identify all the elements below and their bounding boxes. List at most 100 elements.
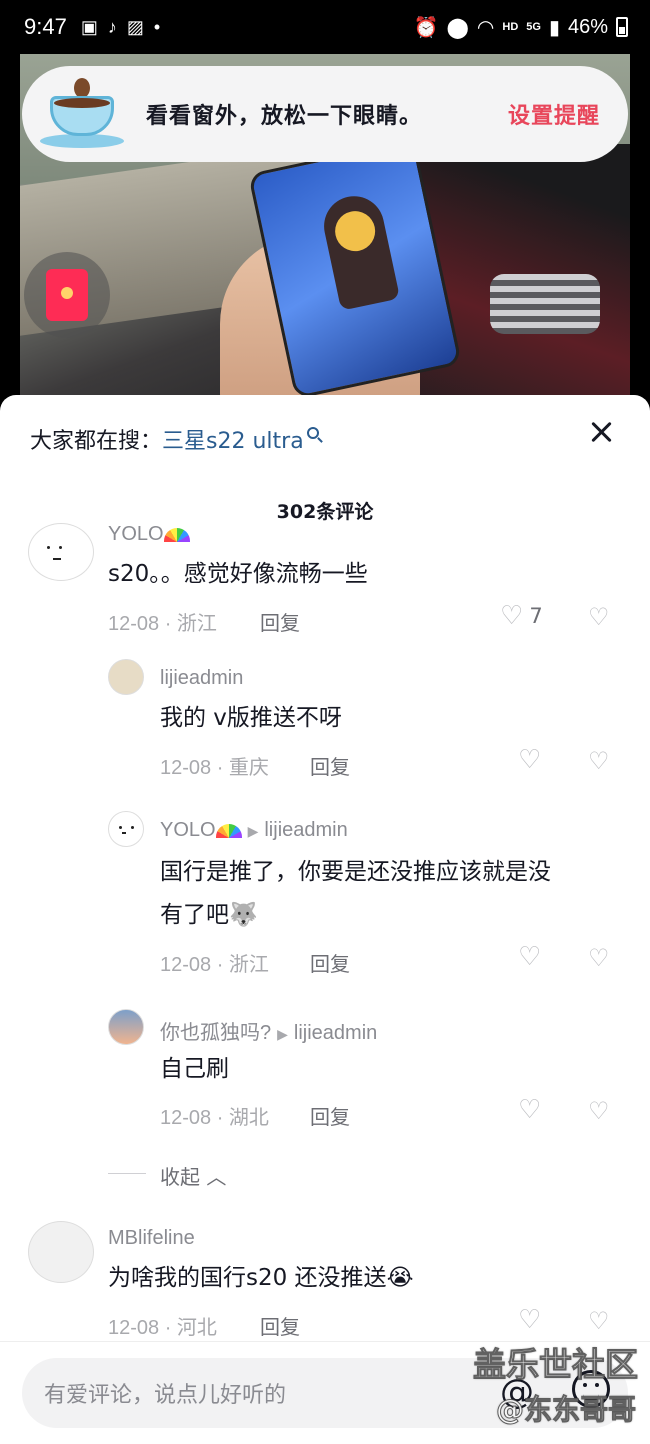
reply-arrow-icon: ▶: [277, 1026, 288, 1042]
avatar[interactable]: [108, 811, 144, 847]
collapse-label: 收起: [160, 1165, 200, 1189]
broken-heart-icon: ♡: [588, 747, 610, 775]
comment-text: 自己刷: [160, 1056, 229, 1082]
set-reminder-button[interactable]: 设置提醒: [508, 98, 600, 130]
battery-icon: [616, 17, 628, 37]
comment-username[interactable]: MBlifeline: [108, 1227, 195, 1250]
reminder-message: 看看窗外，放松一下眼睛。: [146, 104, 423, 129]
heart-icon: ♡: [518, 942, 542, 972]
trending-search[interactable]: 大家都在搜： 三星s22 ultra: [30, 423, 319, 455]
comment-text: 为啥我的国行s20 还没推送😭: [108, 1257, 413, 1300]
like-button[interactable]: ♡: [518, 1097, 541, 1123]
comment-meta: 12-08 · 浙江: [160, 954, 269, 976]
reply-to-user[interactable]: lijieadmin: [264, 819, 347, 841]
signal-icon: ▮: [548, 16, 560, 39]
reply-to-user[interactable]: lijieadmin: [294, 1022, 377, 1044]
notification-icon: ▣: [80, 16, 98, 37]
watermark-community: 盖乐世社区: [473, 1345, 639, 1385]
collapse-replies-button[interactable]: 收起 ︿: [160, 1161, 226, 1190]
broken-heart-icon: ♡: [588, 944, 610, 972]
reply-button[interactable]: 回复: [260, 607, 300, 636]
heart-icon: ♡: [500, 601, 524, 631]
search-icon: [306, 427, 319, 439]
reply-button[interactable]: 回复: [310, 948, 350, 977]
like-count: 7: [529, 604, 543, 628]
dot-icon: •: [153, 16, 161, 37]
avatar[interactable]: [28, 523, 94, 581]
battery-percent: 46%: [567, 15, 608, 38]
husky-emoji-icon: 🐺: [229, 902, 258, 928]
like-button[interactable]: ♡ 7: [500, 603, 543, 629]
reply-button[interactable]: 回复: [260, 1311, 300, 1340]
like-button[interactable]: ♡: [518, 944, 541, 970]
network-label: 5G: [526, 21, 541, 33]
avatar[interactable]: [108, 659, 144, 695]
trending-search-query[interactable]: 三星s22 ultra: [162, 423, 304, 455]
comment-username[interactable]: YOLO ▶ lijieadmin: [160, 819, 348, 842]
rainbow-emoji: [163, 527, 190, 542]
hd-label: HD: [502, 21, 519, 33]
reply-button[interactable]: 回复: [310, 1101, 350, 1130]
comment-text-line2: 有了吧🐺: [160, 894, 258, 937]
red-envelope-icon: [46, 269, 88, 321]
comment-text: 国行是推了，你要是还没推应该就是没: [160, 859, 551, 885]
broken-heart-icon: ♡: [588, 1307, 610, 1335]
doodle-face-icon: [29, 524, 93, 580]
video-vent: [490, 274, 600, 334]
wifi-icon: ◠: [476, 16, 495, 39]
comment-text: s20。。感觉好像流畅一些: [108, 561, 368, 587]
rest-reminder-banner: 看看窗外，放松一下眼睛。 设置提醒: [22, 66, 628, 162]
gallery-icon: ▨: [126, 16, 144, 37]
username-text: YOLO: [160, 819, 216, 841]
doodle-face-icon: [109, 812, 143, 846]
trending-search-prefix: 大家都在搜：: [30, 429, 163, 454]
broken-heart-icon: ♡: [588, 1097, 610, 1125]
red-packet-button[interactable]: [24, 252, 110, 338]
dislike-button[interactable]: ♡: [588, 1099, 610, 1123]
location-icon: ⬤: [446, 16, 469, 39]
close-button[interactable]: [586, 417, 616, 447]
avatar[interactable]: [108, 1009, 144, 1045]
heart-icon: ♡: [518, 1305, 542, 1335]
comment-text-part: 有了吧: [160, 902, 229, 928]
comment-sheet: 大家都在搜： 三星s22 ultra 302条评论 YOLO s20。。感觉好像…: [0, 395, 650, 1444]
comment-meta: 12-08 · 重庆: [160, 757, 269, 779]
comment-username[interactable]: YOLO: [108, 523, 190, 546]
chevron-up-icon: ︿: [206, 1165, 227, 1189]
heart-icon: ♡: [518, 1095, 542, 1125]
comment-text: 我的 v版推送不呀: [160, 705, 342, 731]
collapse-divider: [108, 1173, 146, 1174]
status-right-icons: ⏰ ⬤ ◠ HD 5G ▮ 46%: [414, 15, 628, 40]
comment-input-placeholder: 有爱评论，说点儿好听的: [44, 1383, 287, 1408]
username-text: 你也孤独吗?: [160, 1022, 272, 1044]
watermark-author: @东东哥哥: [495, 1393, 636, 1427]
avatar[interactable]: [28, 1221, 94, 1283]
dislike-button[interactable]: ♡: [588, 749, 610, 773]
like-button[interactable]: ♡: [518, 747, 541, 773]
rainbow-emoji: [215, 823, 242, 838]
comment-text-part: 为啥我的国行s20 还没推送: [108, 1265, 387, 1291]
reply-arrow-icon: ▶: [247, 823, 259, 839]
status-left-icons: ▣ ♪ ▨ •: [81, 17, 160, 38]
broken-heart-icon: ♡: [588, 603, 610, 631]
status-bar: 9:47 ▣ ♪ ▨ • ⏰ ⬤ ◠ HD 5G ▮ 46%: [0, 0, 650, 54]
dislike-button[interactable]: ♡: [588, 605, 610, 629]
dislike-button[interactable]: ♡: [588, 1309, 610, 1333]
comment-meta: 12-08 · 河北: [108, 1317, 217, 1339]
alarm-icon: ⏰: [413, 16, 439, 39]
comment-username[interactable]: 你也孤独吗? ▶ lijieadmin: [160, 1016, 377, 1045]
comment-count: 302条评论: [276, 501, 374, 523]
like-button[interactable]: ♡: [518, 1307, 541, 1333]
cup-coffee: [54, 98, 110, 108]
coffee-bean: [74, 78, 90, 98]
coffee-cup-icon: [36, 74, 128, 154]
comment-meta: 12-08 · 湖北: [160, 1107, 269, 1129]
dislike-button[interactable]: ♡: [588, 946, 610, 970]
cup-saucer: [40, 134, 124, 148]
comment-username[interactable]: lijieadmin: [160, 667, 243, 690]
comment-meta: 12-08 · 浙江: [108, 613, 217, 635]
heart-icon: ♡: [518, 745, 542, 775]
reply-button[interactable]: 回复: [310, 751, 350, 780]
tiktok-icon: ♪: [107, 16, 117, 37]
crying-emoji-icon: 😭: [386, 1265, 414, 1291]
